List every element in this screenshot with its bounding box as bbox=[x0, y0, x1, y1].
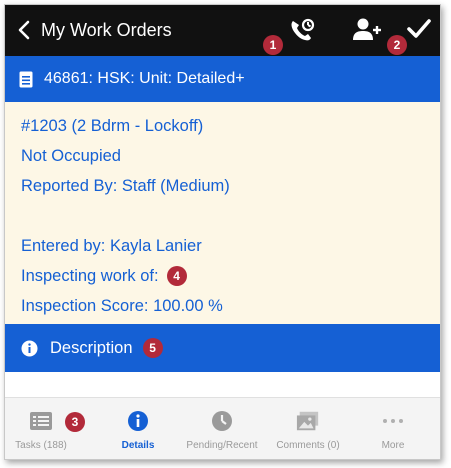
unit-text: #1203 (2 Bdrm - Lockoff) bbox=[21, 117, 204, 135]
back-button[interactable]: My Work Orders bbox=[15, 17, 172, 43]
page-title: My Work Orders bbox=[41, 19, 172, 40]
callout-badge-4: 4 bbox=[166, 266, 187, 286]
info-icon bbox=[128, 411, 148, 431]
tab-details[interactable]: Details bbox=[93, 398, 183, 459]
tab-more[interactable]: More bbox=[348, 398, 438, 459]
top-navigation-bar: My Work Orders 1 2 bbox=[5, 5, 440, 56]
clock-icon bbox=[212, 411, 232, 431]
tab-label: More bbox=[381, 440, 405, 451]
ellipsis-icon bbox=[383, 419, 403, 423]
image-icon bbox=[296, 411, 319, 431]
tab-comments[interactable]: Comments (0) bbox=[263, 398, 353, 459]
tab-label: Comments (0) bbox=[276, 440, 340, 451]
chevron-left-icon bbox=[18, 20, 30, 40]
occupancy-text: Not Occupied bbox=[21, 147, 121, 165]
info-icon bbox=[21, 340, 38, 356]
add-user-icon[interactable] bbox=[351, 17, 381, 43]
description-label: Description bbox=[50, 338, 133, 357]
tab-pending-recent[interactable]: Pending/Recent bbox=[177, 398, 267, 459]
work-order-title: 46861: HSK: Unit: Detailed+ bbox=[44, 70, 245, 87]
callout-badge-5: 5 bbox=[142, 338, 163, 358]
description-section-button[interactable]: Description 5 bbox=[5, 324, 440, 372]
tab-label: Details bbox=[121, 440, 155, 451]
inspecting-row: Inspecting work of: 4 bbox=[21, 265, 440, 295]
callout-badge-1: 1 bbox=[263, 35, 283, 55]
tab-label: Pending/Recent bbox=[186, 440, 258, 451]
document-icon bbox=[19, 71, 33, 87]
callout-badge-2: 2 bbox=[387, 35, 407, 55]
work-order-details: #1203 (2 Bdrm - Lockoff) Not Occupied Re… bbox=[5, 102, 440, 324]
checkmark-icon[interactable] bbox=[407, 17, 431, 41]
entered-by-text: Entered by: Kayla Lanier bbox=[21, 237, 202, 255]
bottom-tab-bar: Tasks (188) 3 Details Pending/Recent Com… bbox=[5, 397, 440, 459]
list-icon bbox=[30, 412, 52, 430]
callout-badge-3: 3 bbox=[65, 412, 85, 432]
inspection-score-text: Inspection Score: 100.00 % bbox=[21, 297, 223, 315]
phone-call-icon[interactable] bbox=[288, 17, 316, 43]
inspecting-text: Inspecting work of: bbox=[21, 267, 159, 285]
work-order-header: 46861: HSK: Unit: Detailed+ bbox=[5, 56, 440, 102]
tab-label: Tasks (188) bbox=[15, 440, 67, 451]
app-screen: My Work Orders 1 2 46861: HSK: Unit: Det… bbox=[4, 4, 441, 460]
reported-by-text: Reported By: Staff (Medium) bbox=[21, 177, 230, 195]
